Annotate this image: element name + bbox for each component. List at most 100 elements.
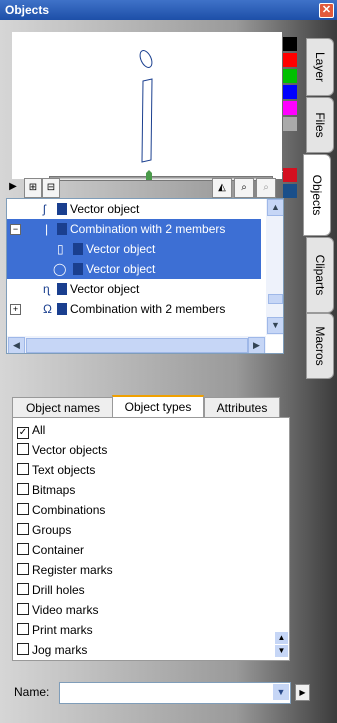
name-dropdown[interactable]: ▼ bbox=[59, 682, 291, 704]
checkbox[interactable] bbox=[17, 643, 29, 655]
side-tab-objects[interactable]: Objects bbox=[303, 154, 331, 236]
list-item[interactable]: ✓ All bbox=[17, 420, 45, 440]
list-item[interactable]: Text objects bbox=[17, 460, 95, 480]
list-scroll-down[interactable]: ▼ bbox=[275, 645, 288, 657]
color-square-icon bbox=[57, 223, 67, 235]
tree-row-label: Vector object bbox=[86, 242, 156, 256]
tab-attributes[interactable]: Attributes bbox=[204, 397, 280, 418]
tree-row[interactable]: ʃ Vector object bbox=[7, 199, 261, 219]
list-item[interactable]: Video marks bbox=[17, 600, 98, 620]
checkbox[interactable] bbox=[17, 443, 29, 455]
side-tab-files[interactable]: Files bbox=[306, 97, 334, 153]
scroll-thumb[interactable] bbox=[268, 294, 283, 304]
list-item-label: Jog marks bbox=[32, 643, 88, 657]
list-item-label: Text objects bbox=[32, 463, 96, 477]
checkbox[interactable] bbox=[17, 523, 29, 535]
list-scroll-buttons[interactable]: ▲ ▼ bbox=[275, 632, 289, 658]
list-item[interactable]: Combinations bbox=[17, 500, 105, 520]
title-bar: Objects ✕ bbox=[0, 0, 337, 20]
color-square-icon bbox=[57, 283, 67, 295]
swatch-blue[interactable] bbox=[283, 85, 297, 99]
list-item-label: Drill holes bbox=[32, 583, 85, 597]
checkbox[interactable] bbox=[17, 463, 29, 475]
swatch-red[interactable] bbox=[283, 53, 297, 67]
expand-node-icon[interactable]: + bbox=[10, 304, 21, 315]
tree-row[interactable]: − | Combination with 2 members bbox=[7, 219, 261, 239]
extra-swatches bbox=[283, 168, 297, 200]
side-tab-cliparts[interactable]: Cliparts bbox=[306, 237, 334, 313]
tree-collapse-icon: ⊟ bbox=[46, 182, 56, 193]
objects-panel: Objects ✕ − + ▶ ⊞ ⊟ ◭ ⌕ ⌕ ʃ Vector objec… bbox=[0, 0, 337, 723]
checkbox[interactable] bbox=[17, 503, 29, 515]
swatch-magenta[interactable] bbox=[283, 101, 297, 115]
play-icon: ▶ bbox=[9, 181, 17, 192]
scroll-up-button[interactable]: ▲ bbox=[267, 199, 283, 216]
checkbox[interactable] bbox=[17, 543, 29, 555]
select-button[interactable]: ◭ bbox=[212, 178, 232, 198]
vector-shape-icon: ɳ bbox=[43, 282, 50, 296]
color-square-icon bbox=[57, 203, 67, 215]
scroll-left-button[interactable]: ◀ bbox=[8, 337, 25, 353]
window-title: Objects bbox=[5, 3, 50, 17]
tab-object-names[interactable]: Object names bbox=[12, 397, 114, 418]
list-item-label: Bitmaps bbox=[32, 483, 76, 497]
preview-drawing bbox=[139, 50, 153, 163]
tree-row[interactable]: ɳ Vector object bbox=[7, 279, 261, 299]
panel-content: − + ▶ ⊞ ⊟ ◭ ⌕ ⌕ ʃ Vector object − | Comb… bbox=[0, 20, 310, 723]
tree-row[interactable]: ◯ Vector object bbox=[7, 259, 261, 279]
list-item-label: Print marks bbox=[32, 623, 93, 637]
side-tab-layer[interactable]: Layer bbox=[306, 38, 334, 96]
chevron-up-icon: ▲ bbox=[271, 202, 280, 212]
list-scroll-up[interactable]: ▲ bbox=[275, 632, 288, 644]
side-tab-label: Layer bbox=[313, 51, 327, 83]
tab-object-types[interactable]: Object types bbox=[112, 395, 204, 419]
magnifier-icon: ⌕ bbox=[241, 182, 247, 193]
chevron-left-icon: ◀ bbox=[13, 340, 20, 350]
zoom-disabled-button[interactable]: ⌕ bbox=[256, 178, 276, 198]
h-scroll-thumb[interactable] bbox=[26, 338, 248, 353]
swatch-green[interactable] bbox=[283, 69, 297, 83]
dropdown-button[interactable]: ▼ bbox=[273, 684, 289, 700]
expand-tree-button[interactable]: ⊞ bbox=[24, 178, 42, 198]
list-item-label: Container bbox=[32, 543, 85, 557]
tree-horizontal-scrollbar[interactable]: ◀ ▶ bbox=[7, 336, 266, 353]
side-tab-label: Objects bbox=[310, 174, 324, 216]
tree-vertical-scrollbar[interactable]: ▲ ▼ bbox=[266, 199, 283, 335]
list-item[interactable]: Print marks bbox=[17, 620, 93, 640]
list-item-label: Combinations bbox=[32, 503, 106, 517]
checkbox[interactable] bbox=[17, 603, 29, 615]
list-item[interactable]: Jog marks bbox=[17, 640, 87, 660]
list-item[interactable]: Groups bbox=[17, 520, 71, 540]
checkbox[interactable] bbox=[17, 623, 29, 635]
list-item[interactable]: Bitmaps bbox=[17, 480, 75, 500]
tree-row[interactable]: + Ω Combination with 2 members bbox=[7, 299, 261, 319]
list-item[interactable]: Drill holes bbox=[17, 580, 85, 600]
swatch-gray[interactable] bbox=[283, 117, 297, 131]
list-item[interactable]: Register marks bbox=[17, 560, 113, 580]
list-item[interactable]: Container bbox=[17, 540, 84, 560]
checkbox[interactable]: ✓ bbox=[17, 427, 29, 439]
play-button[interactable]: ▶ bbox=[6, 178, 20, 196]
list-item-label: Video marks bbox=[32, 603, 99, 617]
checkbox[interactable] bbox=[17, 583, 29, 595]
collapse-tree-button[interactable]: ⊟ bbox=[42, 178, 60, 198]
name-filter-bar: Name: ▼ ▶ bbox=[14, 682, 310, 704]
swatch-dark-blue[interactable] bbox=[283, 184, 297, 198]
scroll-down-button[interactable]: ▼ bbox=[267, 317, 283, 334]
list-item[interactable]: Vector objects bbox=[17, 440, 107, 460]
side-tab-macros[interactable]: Macros bbox=[306, 313, 334, 379]
collapse-node-icon[interactable]: − bbox=[10, 224, 21, 235]
swatch-dark-red[interactable] bbox=[283, 168, 297, 182]
tree-row-label: Vector object bbox=[86, 262, 156, 276]
zoom-button[interactable]: ⌕ bbox=[234, 178, 254, 198]
close-button[interactable]: ✕ bbox=[319, 3, 334, 18]
scroll-right-button[interactable]: ▶ bbox=[248, 337, 265, 353]
name-label: Name: bbox=[14, 685, 50, 699]
list-item-label: Register marks bbox=[32, 563, 113, 577]
checkbox[interactable] bbox=[17, 563, 29, 575]
checkbox[interactable] bbox=[17, 483, 29, 495]
vector-shape-icon: ◯ bbox=[53, 262, 67, 276]
list-item-label: All bbox=[32, 423, 46, 437]
tree-row[interactable]: ▯ Vector object bbox=[7, 239, 261, 259]
swatch-black[interactable] bbox=[283, 37, 297, 51]
